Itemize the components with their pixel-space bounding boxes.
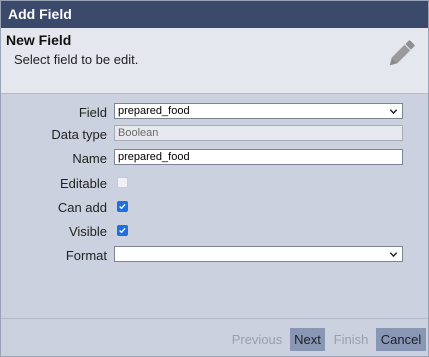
field-select[interactable]: prepared_food	[114, 103, 403, 119]
editable-row: Editable	[1, 174, 428, 194]
cancel-button[interactable]: Cancel	[376, 328, 426, 351]
checkmark-icon	[119, 203, 126, 210]
header-title: New Field	[6, 32, 72, 48]
can-add-checkbox[interactable]	[117, 201, 128, 212]
can-add-row: Can add	[1, 198, 428, 218]
data-type-row: Data type Boolean	[1, 125, 428, 145]
data-type-value: Boolean	[118, 127, 159, 139]
visible-label: Visible	[68, 224, 107, 239]
header-subtitle: Select field to be edit.	[14, 52, 139, 67]
chevron-down-icon	[389, 109, 398, 115]
dialog-footer: Previous Next Finish Cancel	[1, 318, 428, 356]
editable-label: Editable	[60, 176, 107, 191]
format-row: Format	[1, 246, 428, 266]
visible-row: Visible	[1, 222, 428, 242]
chevron-down-icon	[389, 252, 398, 258]
name-label: Name	[72, 151, 107, 166]
finish-button[interactable]: Finish	[329, 328, 373, 351]
editable-checkbox	[117, 177, 128, 188]
previous-button[interactable]: Previous	[228, 328, 286, 351]
dialog-title: Add Field	[1, 1, 428, 28]
dialog-header: New Field Select field to be edit.	[1, 28, 428, 94]
name-input[interactable]: prepared_food	[114, 149, 403, 165]
pencil-icon	[389, 40, 415, 66]
name-input-value: prepared_food	[118, 151, 190, 163]
can-add-label: Can add	[57, 200, 107, 215]
add-field-dialog: Add Field New Field Select field to be e…	[0, 0, 429, 357]
format-label: Format	[65, 248, 107, 263]
field-label: Field	[78, 105, 107, 120]
visible-checkbox[interactable]	[117, 225, 128, 236]
field-select-value: prepared_food	[118, 105, 190, 117]
checkmark-icon	[119, 227, 126, 234]
field-row: Field prepared_food	[1, 103, 428, 123]
name-row: Name prepared_food	[1, 149, 428, 169]
data-type-label: Data type	[51, 127, 107, 142]
next-button[interactable]: Next	[290, 328, 325, 351]
data-type-field: Boolean	[114, 125, 403, 141]
format-select[interactable]	[114, 246, 403, 262]
